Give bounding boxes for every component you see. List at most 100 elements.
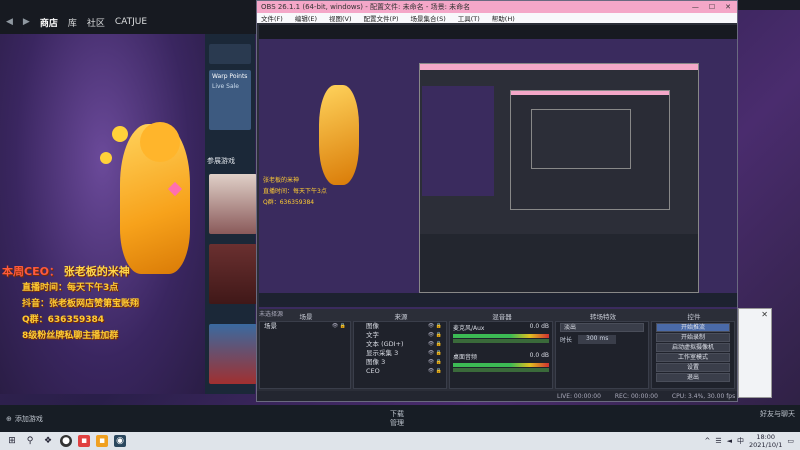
coin-icon [100, 152, 112, 164]
game-thumbnail[interactable] [209, 244, 257, 304]
mixer-dock: 混音器 麦克风/Aux 0.0 dB 桌面音频 0.0 dB [449, 313, 553, 389]
obs-status-bar: LIVE: 00:00:00 REC: 00:00:00 CPU: 3.4%, … [257, 391, 737, 401]
close-icon[interactable]: ✕ [725, 3, 731, 11]
close-icon[interactable]: ✕ [761, 310, 768, 319]
game-thumbnail[interactable] [209, 324, 257, 384]
steam-bottom-bar: ⊕ 添加游戏 下载 管理 好友与聊天 [0, 405, 800, 432]
preview-overlay-line: 直播时间：每天下午3点 [263, 188, 327, 195]
obs-preview-canvas[interactable]: 张老板的米神 直播时间：每天下午3点 Q群：636359384 [259, 25, 737, 309]
preview-taskbar [259, 293, 737, 307]
nested-obs-preview [419, 63, 699, 293]
overlay-title: 本周CEO： 张老板的米神 [2, 264, 202, 280]
source-item[interactable]: 文本 (GDI+) [354, 340, 446, 349]
search-icon[interactable]: ⚲ [24, 435, 36, 447]
nav-profile[interactable]: CATJUE [115, 17, 147, 27]
nav-community[interactable]: 社区 [87, 16, 105, 29]
start-streaming-button[interactable]: 开始推流 [656, 323, 730, 332]
obs-docks: 场景 场景 未选择源 来源 图像 文字 文本 (GDI+) 显示采集 3 图像 … [257, 311, 737, 391]
volume-slider[interactable] [453, 339, 549, 343]
volume-icon[interactable]: ◄ [727, 437, 732, 445]
input-language[interactable]: 中 [737, 436, 744, 446]
studio-mode-button[interactable]: 工作室模式 [656, 353, 730, 362]
tray-chevron-icon[interactable]: ^ [704, 437, 710, 445]
source-item[interactable]: 文字 [354, 331, 446, 340]
overlay-line-douyin: 抖音：张老板网店赞第宝账翔 [22, 299, 140, 309]
transitions-dock: 转场特效 淡出 时长 300 ms [555, 313, 649, 389]
virtual-camera-button[interactable]: 启动虚拟摄像机 [656, 343, 730, 352]
menu-file[interactable]: 文件(F) [261, 13, 283, 23]
obs-icon[interactable]: ● [60, 435, 72, 447]
overlay-title-name: 张老板的米神 [63, 265, 130, 278]
settings-button[interactable]: 设置 [656, 363, 730, 372]
mixer-dock-title: 混音器 [492, 313, 512, 321]
sources-dock-title: 来源 [394, 313, 408, 321]
mixer-channel: 桌面音频 0.0 dB [450, 351, 552, 362]
nested-art [422, 86, 494, 196]
task-view-icon[interactable]: ❖ [42, 435, 54, 447]
app-orange-icon[interactable]: ▪ [96, 435, 108, 447]
stream-info-overlay: 本周CEO： 张老板的米神 直播时间：每天下午3点 抖音：张老板网店赞第宝账翔 … [2, 264, 202, 379]
scene-item[interactable]: 场景 [260, 322, 350, 331]
preview-overlay-name: 张老板的米神 [263, 177, 300, 184]
network-icon[interactable]: ☰ [715, 437, 721, 445]
source-item[interactable]: 图像 [354, 322, 446, 331]
menu-help[interactable]: 帮助(H) [492, 13, 515, 23]
notification-icon[interactable]: ▭ [787, 437, 794, 445]
nav-store[interactable]: 商店 [40, 16, 58, 29]
friends-chat-button[interactable]: 好友与聊天 [760, 410, 795, 419]
game-thumbnail[interactable] [209, 174, 257, 234]
preview-character [319, 85, 359, 185]
obs-title-bar: OBS 26.1.1 (64-bit, windows) - 配置文件: 未命名… [257, 1, 737, 13]
preview-overlay-text: 张老板的米神 直播时间：每天下午3点 Q群：636359384 [259, 175, 379, 245]
source-item[interactable]: 图像 3 [354, 358, 446, 367]
nested-title-bar-2 [511, 91, 669, 95]
nested-obs-preview-3 [531, 109, 631, 169]
side-window: ✕ [738, 308, 772, 398]
overlay-title-prefix: 本周CEO： [2, 265, 60, 278]
volume-slider[interactable] [453, 368, 549, 372]
menu-edit[interactable]: 编辑(E) [295, 13, 317, 23]
preview-overlay-line: Q群：636359384 [263, 199, 315, 206]
scenes-dock: 场景 场景 [259, 313, 351, 389]
windows-icon[interactable]: ⊞ [6, 435, 18, 447]
coin-icon [112, 126, 128, 142]
duration-input[interactable]: 300 ms [578, 335, 617, 344]
maximize-icon[interactable]: ☐ [709, 3, 715, 11]
exit-button[interactable]: 退出 [656, 373, 730, 382]
app-red-icon[interactable]: ▪ [78, 435, 90, 447]
transition-duration-row: 时长 300 ms [556, 333, 648, 346]
obs-window: OBS 26.1.1 (64-bit, windows) - 配置文件: 未命名… [256, 0, 738, 402]
store-search-box[interactable] [209, 44, 251, 64]
mixer-channel-db: 0.0 dB [529, 352, 549, 359]
downloads-sub: 管理 [390, 419, 404, 427]
menu-profile[interactable]: 配置文件(P) [364, 13, 399, 23]
mixer-channel-name: 麦克风/Aux [453, 325, 485, 332]
steam-icon[interactable]: ◉ [114, 435, 126, 447]
cpu-usage: CPU: 3.4%, 30.00 fps [671, 392, 736, 400]
nested-title-bar [420, 64, 698, 70]
transition-select[interactable]: 淡出 [560, 323, 644, 332]
promo-card[interactable]: Warp Points Live Sale [209, 70, 251, 130]
obs-title: OBS 26.1.1 (64-bit, windows) - 配置文件: 未命名… [261, 3, 471, 11]
menu-scene-collection[interactable]: 场景集合(S) [411, 13, 446, 23]
mixer-channel-name: 桌面音频 [453, 354, 478, 361]
add-game-button[interactable]: ⊕ 添加游戏 [6, 414, 43, 424]
minimize-icon[interactable]: — [692, 3, 699, 11]
duration-label: 时长 [560, 337, 573, 344]
menu-tools[interactable]: 工具(T) [458, 13, 480, 23]
nested-obs-preview-2 [510, 90, 670, 210]
transitions-dock-title: 转场特效 [590, 313, 616, 321]
rec-timer: REC: 00:00:00 [614, 392, 658, 400]
downloads-button[interactable]: 下载 管理 [390, 410, 404, 428]
source-item[interactable]: CEO [354, 367, 446, 376]
promo-sub: Live Sale [212, 83, 240, 90]
forward-arrow-icon[interactable]: ▶ [23, 17, 30, 27]
nav-library[interactable]: 库 [68, 16, 77, 29]
menu-view[interactable]: 视图(V) [329, 13, 352, 23]
windows-taskbar: ⊞ ⚲ ❖ ● ▪ ▪ ◉ ^ ☰ ◄ 中 18:00 2021/10/1 ▭ [0, 432, 800, 450]
live-timer: LIVE: 00:00:00 [557, 392, 601, 400]
clock[interactable]: 18:00 2021/10/1 [749, 433, 782, 449]
source-item[interactable]: 显示采集 3 [354, 349, 446, 358]
back-arrow-icon[interactable]: ◀ [6, 17, 13, 27]
start-recording-button[interactable]: 开始录制 [656, 333, 730, 342]
